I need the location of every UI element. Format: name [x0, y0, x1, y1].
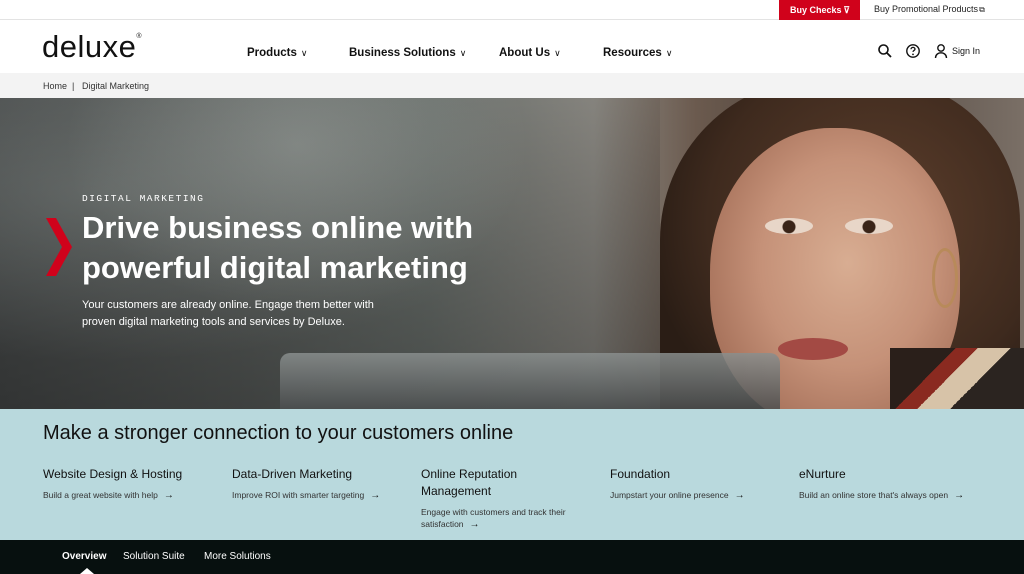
section-tabs: Overview Solution Suite More Solutions	[0, 540, 1024, 574]
feature-desc: Engage with customers and track their sa…	[421, 506, 581, 531]
chevron-right-accent-icon	[46, 218, 72, 276]
connect-heading: Make a stronger connection to your custo…	[43, 422, 514, 444]
feature-desc-text: Improve ROI with smarter targeting	[232, 490, 365, 500]
feature-desc: Improve ROI with smarter targeting →	[232, 489, 402, 502]
breadcrumb: Home | Digital Marketing	[0, 73, 1024, 98]
arrow-right-icon: →	[163, 490, 174, 501]
breadcrumb-home[interactable]: Home	[43, 81, 67, 91]
feature-desc: Build an online store that's always open…	[799, 489, 989, 502]
promo-link[interactable]: Buy Promotional Products⧉	[874, 0, 985, 20]
arrow-right-icon: →	[370, 490, 381, 501]
feature-desc-text: Build an online store that's always open	[799, 490, 949, 500]
chevron-down-icon: ∨	[300, 48, 308, 58]
feature-desc-text: Jumpstart your online presence	[610, 490, 729, 500]
external-link-icon: ⧉	[979, 5, 985, 14]
chevron-down-icon: ∨	[554, 48, 561, 58]
logo-text: deluxe	[42, 29, 137, 64]
nav-business-solutions-label: Business Solutions	[349, 47, 456, 59]
nav-resources[interactable]: Resources ∨	[603, 47, 672, 59]
registered-mark: ®	[136, 33, 143, 40]
sign-in-link[interactable]: Sign In	[952, 46, 980, 56]
nav-about-us-label: About Us	[499, 47, 551, 59]
arrow-right-icon: →	[734, 490, 745, 501]
hero-title: Drive business online with powerful digi…	[82, 208, 522, 288]
feature-title: Foundation	[610, 467, 671, 481]
buy-checks-label: Buy Checks	[790, 5, 842, 15]
hero-title-line2: powerful digital marketing	[82, 250, 468, 285]
tab-solution-suite[interactable]: Solution Suite	[123, 551, 185, 562]
feature-online-reputation[interactable]: Online Reputation Management Engage with…	[421, 466, 581, 531]
feature-website-design[interactable]: Website Design & Hosting Build a great w…	[43, 466, 213, 502]
nav-business-solutions[interactable]: Business Solutions ∨	[349, 47, 466, 59]
feature-title: Data-Driven Marketing	[232, 467, 353, 481]
deluxe-logo[interactable]: deluxe®	[42, 29, 142, 65]
feature-desc-text: Engage with customers and track their sa…	[421, 507, 566, 529]
active-tab-indicator	[80, 568, 94, 574]
nav-products-label: Products	[247, 47, 297, 59]
feature-desc: Build a great website with help →	[43, 489, 213, 502]
feature-desc: Jumpstart your online presence →	[610, 489, 780, 502]
hero-tablet-device	[280, 353, 780, 409]
feature-foundation[interactable]: Foundation Jumpstart your online presenc…	[610, 466, 780, 502]
utility-bar: Buy Checks ⊽ Buy Promotional Products⧉	[0, 0, 1024, 20]
promo-label: Buy Promotional Products	[874, 4, 979, 14]
chevron-down-icon: ∨	[459, 48, 467, 58]
search-icon[interactable]	[877, 43, 893, 59]
hero-title-line1: Drive business online with	[82, 210, 474, 245]
hero-eyebrow: DIGITAL MARKETING	[82, 193, 205, 204]
feature-desc-text: Build a great website with help	[43, 490, 158, 500]
tab-overview[interactable]: Overview	[62, 551, 106, 562]
tab-more-solutions[interactable]: More Solutions	[204, 551, 271, 562]
nav-resources-label: Resources	[603, 47, 662, 59]
arrow-right-icon: →	[954, 490, 965, 501]
feature-title: Website Design & Hosting	[43, 467, 183, 481]
nav-about-us[interactable]: About Us ∨	[499, 47, 561, 59]
user-icon[interactable]	[933, 43, 949, 59]
hero-subtitle: Your customers are already online. Engag…	[82, 299, 374, 328]
feature-data-driven-marketing[interactable]: Data-Driven Marketing Improve ROI with s…	[232, 466, 402, 502]
site-header: deluxe® Products ∨ Business Solutions ∨ Ab…	[0, 20, 1024, 73]
breadcrumb-separator: |	[72, 81, 75, 91]
connect-section: Make a stronger connection to your custo…	[0, 409, 1024, 540]
nav-products[interactable]: Products ∨	[247, 47, 307, 59]
help-icon[interactable]	[905, 43, 921, 59]
hero-banner: DIGITAL MARKETING Drive business online …	[0, 98, 1024, 409]
breadcrumb-current: Digital Marketing	[82, 81, 150, 91]
buy-checks-button[interactable]: Buy Checks ⊽	[779, 0, 860, 20]
chevron-down-icon: ⊽	[843, 5, 850, 15]
feature-title: eNurture	[799, 467, 846, 481]
chevron-down-icon: ∨	[665, 48, 673, 58]
feature-title: Online Reputation Management	[421, 467, 518, 498]
feature-enurture[interactable]: eNurture Build an online store that's al…	[799, 466, 989, 502]
arrow-right-icon: →	[469, 519, 480, 530]
